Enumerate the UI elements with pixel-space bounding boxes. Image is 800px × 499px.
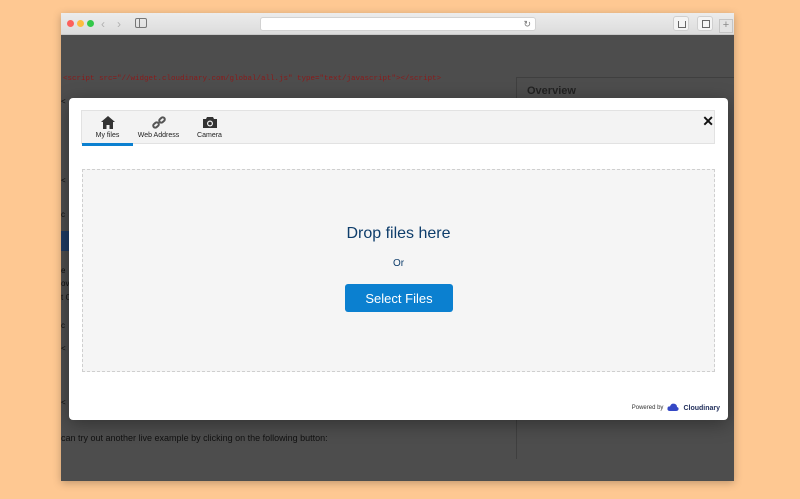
code-snippet: <script src="//widget.cloudinary.com/glo… xyxy=(63,75,441,83)
background-fragment: c xyxy=(61,210,65,219)
new-tab-button[interactable]: + xyxy=(719,19,733,33)
close-window-button[interactable] xyxy=(67,20,74,27)
tab-label: Camera xyxy=(197,132,222,139)
sidebar-top-divider xyxy=(516,77,734,78)
show-tabs-icon[interactable] xyxy=(697,16,713,31)
cloudinary-logo-icon xyxy=(667,399,680,417)
background-fragment: < xyxy=(61,344,66,353)
sidebar-toggle-icon[interactable] xyxy=(135,18,147,28)
browser-window: ‹ › ↻ + <script src="//widget.cloudinary… xyxy=(61,13,734,481)
tab-camera[interactable]: Camera xyxy=(187,111,232,145)
share-icon[interactable] xyxy=(673,16,689,31)
background-fragment: < xyxy=(61,398,66,407)
source-tabbar: My files Web Address Camera xyxy=(81,110,715,146)
close-icon[interactable]: ✕ xyxy=(702,114,714,128)
select-files-button[interactable]: Select Files xyxy=(345,284,453,312)
background-fragment: c xyxy=(61,321,65,330)
page-bottom-text: can try out another live example by clic… xyxy=(61,433,328,443)
back-button[interactable]: ‹ xyxy=(101,17,105,31)
minimize-window-button[interactable] xyxy=(77,20,84,27)
tab-label: Web Address xyxy=(137,132,180,139)
tab-web-address[interactable]: Web Address xyxy=(136,111,181,145)
code-snippet-start: <script src="//widget.cloudinary.com/glo… xyxy=(63,75,424,83)
tab-label: My files xyxy=(95,132,120,139)
drop-zone[interactable]: Drop files here Or Select Files xyxy=(82,169,715,372)
zoom-window-button[interactable] xyxy=(87,20,94,27)
upload-widget-modal: My files Web Address Camera ✕ Drop files… xyxy=(69,98,728,420)
code-snippet-end: ipt> xyxy=(423,75,442,83)
forward-button[interactable]: › xyxy=(117,17,121,31)
background-fragment: < xyxy=(61,176,66,185)
tab-my-files[interactable]: My files xyxy=(82,111,133,146)
cloudinary-brand: Cloudinary xyxy=(683,404,720,412)
overview-heading: Overview xyxy=(527,85,576,97)
browser-titlebar: ‹ › ↻ + xyxy=(61,13,734,35)
background-fragment: < xyxy=(61,97,66,106)
background-button-fragment xyxy=(61,231,69,251)
powered-by-label: Powered by xyxy=(631,405,664,411)
address-bar[interactable]: ↻ xyxy=(260,17,536,31)
drop-title: Drop files here xyxy=(346,225,451,242)
powered-by-footer[interactable]: Powered by Cloudinary xyxy=(632,402,720,414)
background-fragment: e xyxy=(61,266,66,275)
or-separator: Or xyxy=(392,258,405,269)
reload-icon[interactable]: ↻ xyxy=(523,18,531,30)
